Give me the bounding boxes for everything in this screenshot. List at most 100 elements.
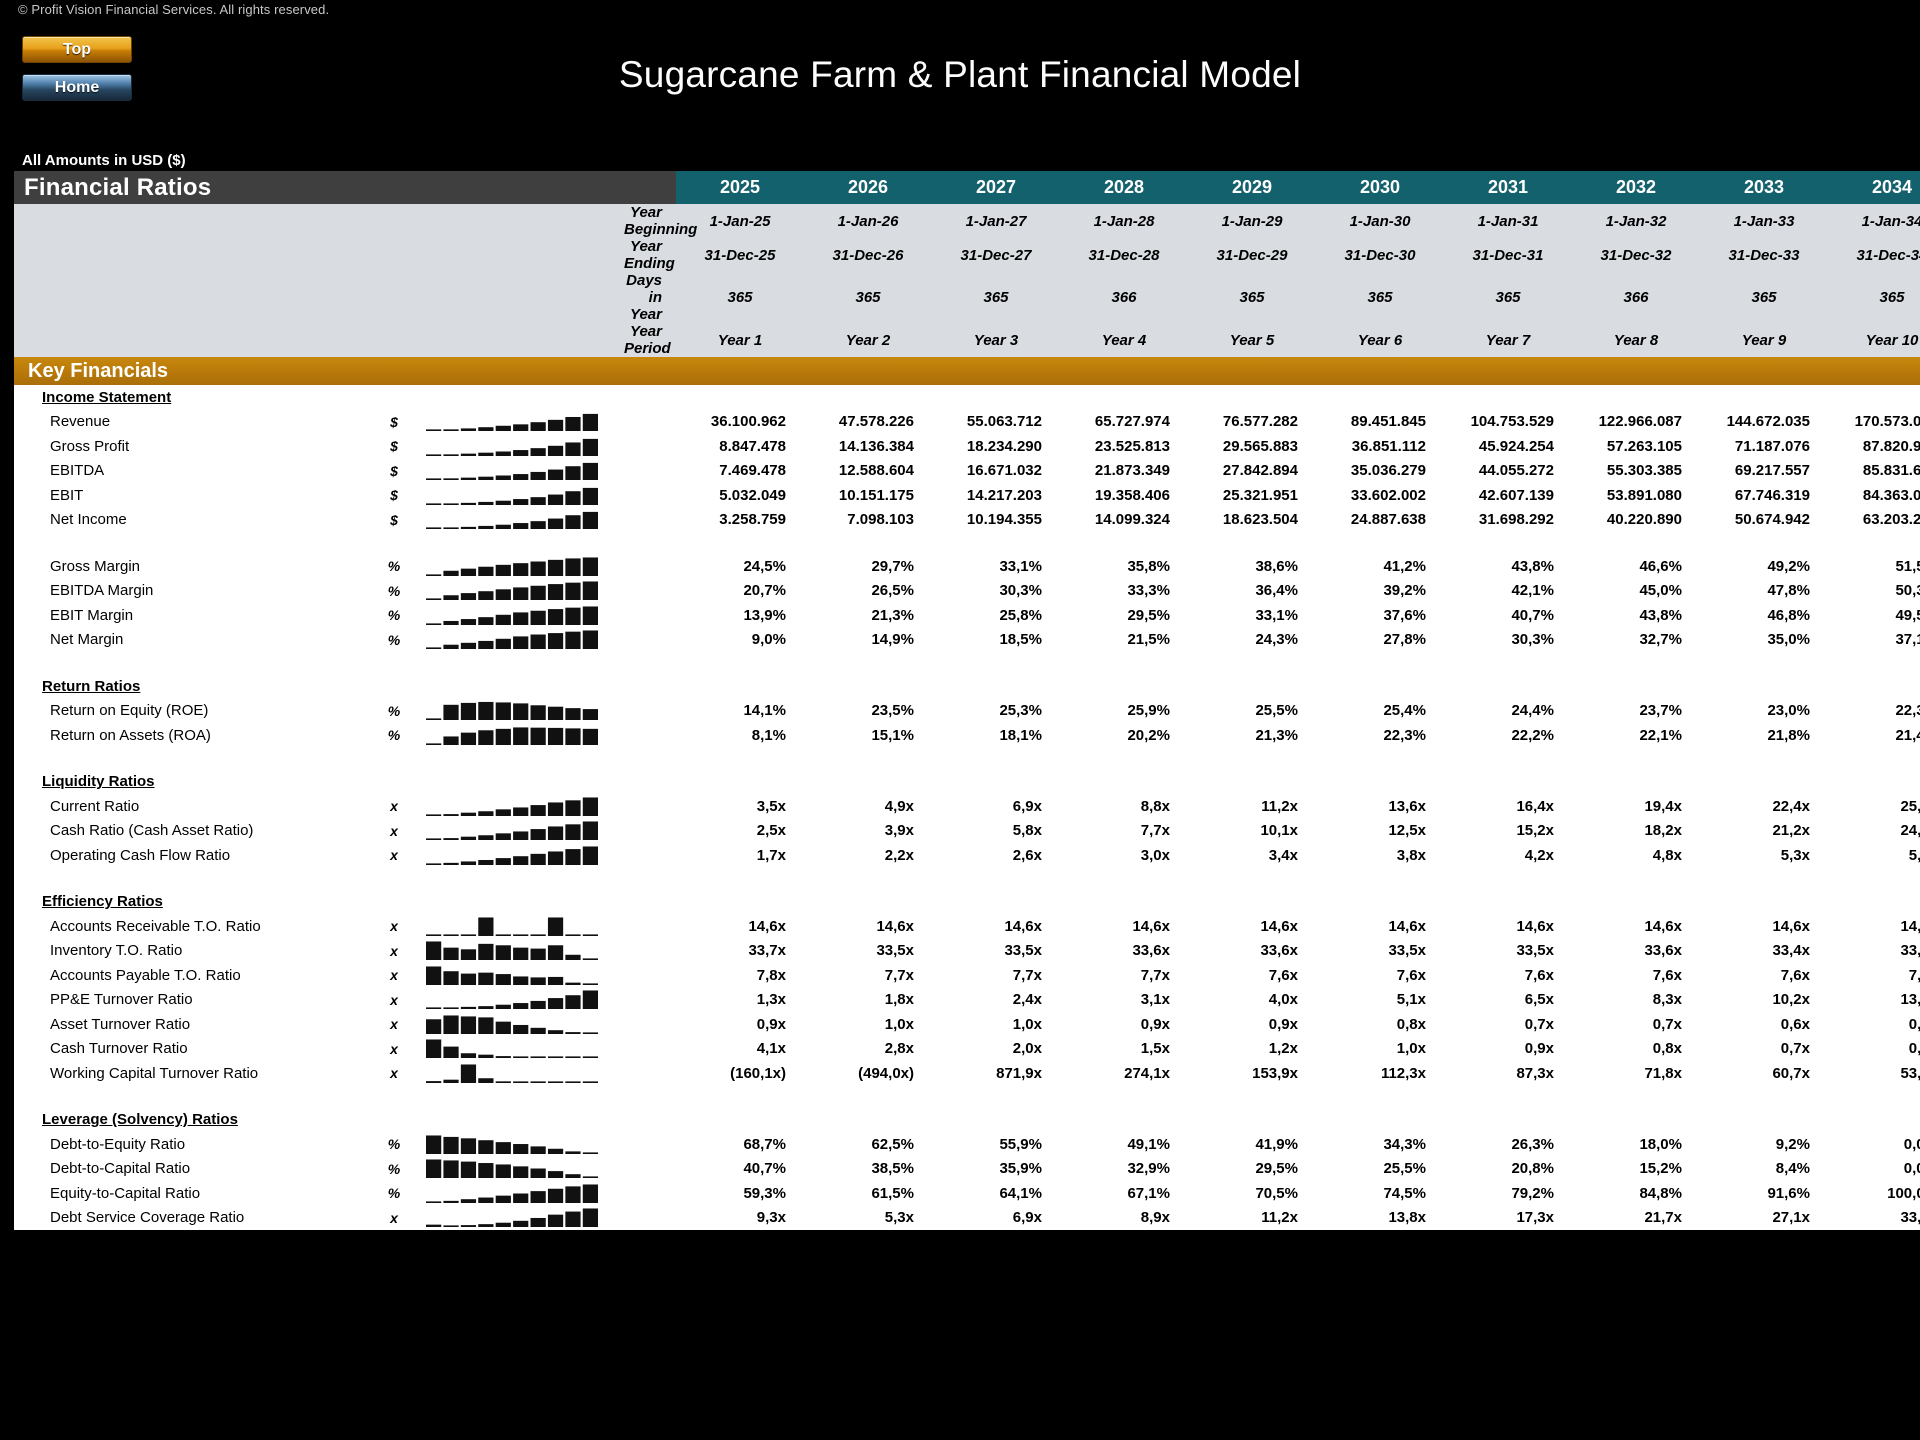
year-header-2027[interactable]: 2027	[932, 171, 1060, 204]
ratio-gap-net-margin	[624, 627, 676, 652]
year-header-2030[interactable]: 2030	[1316, 171, 1444, 204]
ratio-value-ebit-2034: 84.363.001	[1828, 483, 1920, 508]
ratio-row-gross-margin: Gross Margin% 24,5% 29,7% 33,1% 35,8% 38,6% 41…	[14, 554, 1920, 579]
year-header-2025[interactable]: 2025	[676, 171, 804, 204]
meta-value-year_ending-6: 31-Dec-31	[1444, 238, 1572, 272]
meta-value-year_ending-4: 31-Dec-29	[1188, 238, 1316, 272]
ratio-value-current-ratio-2029: 11,2x	[1188, 794, 1316, 819]
ratio-unit-debt-to-capital-ratio: %	[374, 1156, 414, 1181]
spacer-cell	[14, 532, 1920, 554]
ratio-row-ebitda-margin: EBITDA Margin% 20,7% 26,5% 30,3% 33,3% 36,4% 3…	[14, 578, 1920, 603]
ratio-value-debt-to-equity-ratio-2031: 26,3%	[1444, 1132, 1572, 1157]
ratio-value-equity-to-capital-ratio-2027: 64,1%	[932, 1181, 1060, 1206]
ratio-label-return-on-equity-roe: Return on Equity (ROE)	[14, 698, 374, 723]
sparkline-asset-turnover-ratio	[426, 1015, 598, 1034]
ratio-value-pp-e-turnover-ratio-2028: 3,1x	[1060, 987, 1188, 1012]
ratio-value-ebit-2032: 53.891.080	[1572, 483, 1700, 508]
meta-value-year_beginning-9: 1-Jan-34	[1828, 204, 1920, 238]
ratio-value-inventory-t-o-ratio-2034: 33,3x	[1828, 938, 1920, 963]
ratio-value-net-income-2031: 31.698.292	[1444, 507, 1572, 532]
section-heading-return-ratios: Return Ratios	[14, 674, 374, 699]
sparkline-cell-ebit-margin	[414, 603, 624, 628]
ratio-unit-operating-cash-flow-ratio: x	[374, 843, 414, 868]
sparkline-cell-debt-to-equity-ratio	[414, 1132, 624, 1157]
ratio-value-cash-ratio-cash-asset-ratio-2030: 12,5x	[1316, 818, 1444, 843]
ratio-value-debt-service-coverage-ratio-2033: 27,1x	[1700, 1205, 1828, 1230]
sparkline-cell-operating-cash-flow-ratio	[414, 843, 624, 868]
ratio-value-net-income-2030: 24.887.638	[1316, 507, 1444, 532]
ratio-value-operating-cash-flow-ratio-2028: 3,0x	[1060, 843, 1188, 868]
section-heading-row: Income Statement	[14, 385, 1920, 410]
year-header-2026[interactable]: 2026	[804, 171, 932, 204]
ratio-row-debt-service-coverage-ratio: Debt Service Coverage Ratio x 9,3x 5,3x 6,9x…	[14, 1205, 1920, 1230]
meta-row-year_beginning: Year Beginning 1-Jan-25 1-Jan-26 1-Jan-27 1-…	[14, 204, 1920, 238]
section-heading-efficiency-ratios: Efficiency Ratios	[14, 889, 374, 914]
section-heading-filler	[374, 889, 1920, 914]
ratio-label-net-margin: Net Margin	[14, 627, 374, 652]
ratio-value-inventory-t-o-ratio-2025: 33,7x	[676, 938, 804, 963]
ratio-value-asset-turnover-ratio-2026: 1,0x	[804, 1012, 932, 1037]
year-header-2029[interactable]: 2029	[1188, 171, 1316, 204]
ratio-value-ebitda-margin-2029: 36,4%	[1188, 578, 1316, 603]
ratio-value-revenue-2029: 76.577.282	[1188, 409, 1316, 434]
spacer-row	[14, 1085, 1920, 1108]
ratio-value-ebit-2027: 14.217.203	[932, 483, 1060, 508]
meta-value-year_period-1: Year 2	[804, 323, 932, 357]
year-header-2033[interactable]: 2033	[1700, 171, 1828, 204]
ratio-value-debt-service-coverage-ratio-2029: 11,2x	[1188, 1205, 1316, 1230]
meta-blank-c	[414, 272, 624, 323]
ratio-unit-ebitda-margin: %	[374, 578, 414, 603]
meta-blank-a	[14, 204, 374, 238]
meta-value-year_beginning-1: 1-Jan-26	[804, 204, 932, 238]
ratio-value-operating-cash-flow-ratio-2034: 5,8x	[1828, 843, 1920, 868]
ratio-value-debt-to-capital-ratio-2025: 40,7%	[676, 1156, 804, 1181]
meta-value-year_ending-2: 31-Dec-27	[932, 238, 1060, 272]
meta-value-year_period-3: Year 4	[1060, 323, 1188, 357]
ratio-value-accounts-payable-t-o-ratio-2025: 7,8x	[676, 963, 804, 988]
ratio-unit-ebitda: $	[374, 458, 414, 483]
sparkline-ebit-margin	[426, 606, 598, 625]
ratio-value-gross-margin-2028: 35,8%	[1060, 554, 1188, 579]
ratio-gap-ebit-margin	[624, 603, 676, 628]
meta-value-year_beginning-7: 1-Jan-32	[1572, 204, 1700, 238]
year-header-2032[interactable]: 2032	[1572, 171, 1700, 204]
ratio-value-accounts-receivable-t-o-ratio-2031: 14,6x	[1444, 914, 1572, 939]
ratio-value-asset-turnover-ratio-2029: 0,9x	[1188, 1012, 1316, 1037]
ratio-label-operating-cash-flow-ratio: Operating Cash Flow Ratio	[14, 843, 374, 868]
sparkline-ebitda-margin	[426, 581, 598, 601]
ratio-value-current-ratio-2034: 25,7x	[1828, 794, 1920, 819]
ratio-value-ebitda-2032: 55.303.385	[1572, 458, 1700, 483]
ratio-value-net-margin-2026: 14,9%	[804, 627, 932, 652]
sheet-bottom-edge	[0, 1412, 1920, 1440]
ratio-value-working-capital-turnover-ratio-2029: 153,9x	[1188, 1061, 1316, 1086]
ratio-value-ebitda-2028: 21.873.349	[1060, 458, 1188, 483]
year-header-2028[interactable]: 2028	[1060, 171, 1188, 204]
sparkline-current-ratio	[426, 797, 598, 816]
ratio-value-debt-to-equity-ratio-2028: 49,1%	[1060, 1132, 1188, 1157]
ratio-value-gross-profit-2025: 8.847.478	[676, 434, 804, 459]
ratio-row-debt-to-capital-ratio: Debt-to-Capital Ratio% 40,7% 38,5% 35,9% 32,…	[14, 1156, 1920, 1181]
ratio-value-ebitda-margin-2032: 45,0%	[1572, 578, 1700, 603]
ratio-value-debt-to-capital-ratio-2031: 20,8%	[1444, 1156, 1572, 1181]
ratio-value-accounts-payable-t-o-ratio-2034: 7,5x	[1828, 963, 1920, 988]
ratio-value-ebitda-2033: 69.217.557	[1700, 458, 1828, 483]
meta-blank-b	[374, 238, 414, 272]
ratio-value-debt-to-equity-ratio-2030: 34,3%	[1316, 1132, 1444, 1157]
ratio-value-ebitda-margin-2028: 33,3%	[1060, 578, 1188, 603]
meta-label-year_ending: Year Ending	[624, 238, 676, 272]
meta-value-days_in_year-6: 365	[1444, 272, 1572, 323]
ratio-value-working-capital-turnover-ratio-2026: (494,0x)	[804, 1061, 932, 1086]
year-header-2031[interactable]: 2031	[1444, 171, 1572, 204]
ratio-value-net-income-2033: 50.674.942	[1700, 507, 1828, 532]
ratio-value-return-on-assets-roa-2027: 18,1%	[932, 723, 1060, 748]
section-heading-row: Return Ratios	[14, 674, 1920, 699]
sparkline-debt-to-capital-ratio	[426, 1159, 598, 1179]
year-header-2034[interactable]: 2034	[1828, 171, 1920, 204]
ratio-label-accounts-payable-t-o-ratio: Accounts Payable T.O. Ratio	[14, 963, 374, 988]
ratio-row-ebitda: EBITDA $7.469.478 12.588.604 16.671.032 21.8…	[14, 458, 1920, 483]
ratio-unit-debt-to-equity-ratio: %	[374, 1132, 414, 1157]
ratio-value-gross-margin-2034: 51,5%	[1828, 554, 1920, 579]
meta-value-year_ending-1: 31-Dec-26	[804, 238, 932, 272]
ratio-value-pp-e-turnover-ratio-2032: 8,3x	[1572, 987, 1700, 1012]
section-heading-row: Liquidity Ratios	[14, 769, 1920, 794]
